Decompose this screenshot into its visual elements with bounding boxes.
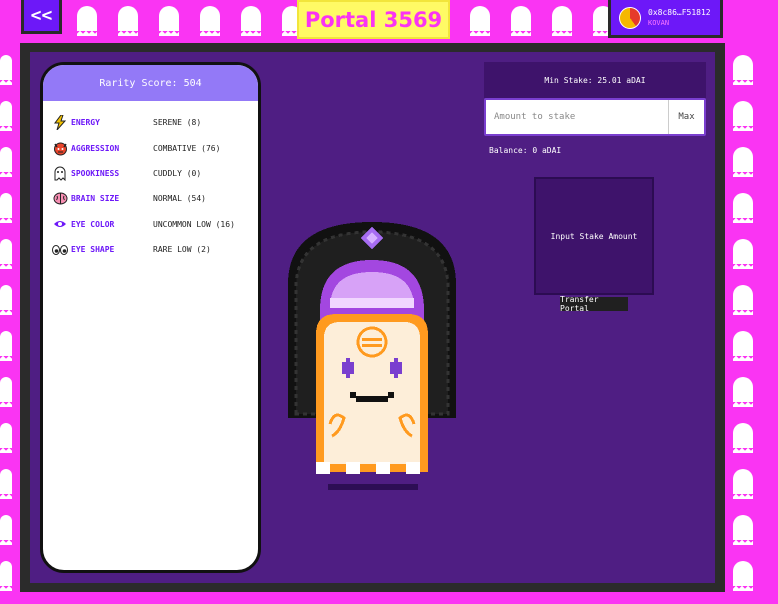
background-ghost [200, 6, 220, 36]
trait-value: RARE LOW (2) [153, 245, 211, 255]
background-ghost [733, 331, 753, 361]
wallet-badge[interactable]: 0x8c86…F51812 KOVAN [608, 0, 723, 38]
background-ghost [511, 6, 531, 36]
page-title: Portal 3569 [297, 0, 450, 39]
trait-row-eye-shape: EYE SHAPE RARE LOW (2) [43, 237, 258, 262]
back-button[interactable]: << [21, 0, 62, 34]
trait-name: AGGRESSION [71, 143, 120, 153]
trait-row-aggression: AGGRESSION COMBATIVE (76) [43, 135, 258, 160]
aavegotchi-portal-image [286, 214, 458, 494]
background-ghost [0, 285, 12, 315]
wallet-avatar [619, 6, 641, 29]
stake-action-button[interactable]: Input Stake Amount [534, 177, 654, 295]
trait-value: SERENE (8) [153, 118, 202, 128]
trait-name: BRAIN SIZE [71, 194, 120, 204]
trait-value: NORMAL (54) [153, 194, 206, 204]
background-ghost [0, 561, 12, 591]
ghost-right-eye [394, 358, 398, 378]
background-ghost [733, 515, 753, 545]
background-ghost [733, 285, 753, 315]
background-ghost [733, 377, 753, 407]
trait-value: UNCOMMON LOW (16) [153, 219, 235, 229]
background-ghost [733, 239, 753, 269]
min-stake-label: Min Stake: 25.01 aDAI [484, 62, 706, 98]
background-ghost [0, 239, 12, 269]
background-ghost [0, 331, 12, 361]
background-ghost [733, 469, 753, 499]
stake-amount-input[interactable] [486, 100, 668, 134]
rarity-score: Rarity Score: 504 [43, 65, 258, 101]
eye-icon [52, 216, 68, 232]
background-ghost [470, 6, 490, 36]
demon-face-icon [52, 140, 68, 156]
balance-label: Balance: 0 aDAI [489, 146, 562, 155]
background-ghost [552, 6, 572, 36]
max-button[interactable]: Max [668, 100, 704, 134]
background-ghost [241, 6, 261, 36]
trait-name: ENERGY [71, 118, 100, 128]
background-ghost [159, 6, 179, 36]
wallet-network: KOVAN [648, 18, 670, 27]
trait-list: ENERGY SERENE (8) AGGRESSION COMBATIVE (… [43, 101, 258, 262]
traits-card: Rarity Score: 504 ENERGY SERENE (8) AGGR… [40, 62, 261, 573]
trait-name: EYE COLOR [71, 219, 115, 229]
trait-row-eye-color: EYE COLOR UNCOMMON LOW (16) [43, 212, 258, 237]
background-ghost [0, 423, 12, 453]
trait-value: CUDDLY (0) [153, 168, 202, 178]
background-ghost [733, 561, 753, 591]
background-ghost [0, 377, 12, 407]
trait-value: COMBATIVE (76) [153, 143, 221, 153]
background-ghost [0, 55, 12, 85]
lightning-icon [52, 115, 68, 131]
background-ghost [733, 55, 753, 85]
trait-row-spookiness: SPOOKINESS CUDDLY (0) [43, 161, 258, 186]
background-ghost [0, 515, 12, 545]
transfer-portal-button[interactable]: Transfer Portal [560, 295, 628, 313]
background-ghost [733, 423, 753, 453]
background-ghost [0, 147, 12, 177]
trait-row-brain-size: BRAIN SIZE NORMAL (54) [43, 186, 258, 211]
trait-row-energy: ENERGY SERENE (8) [43, 110, 258, 135]
ghost-icon [52, 165, 68, 181]
background-ghost [0, 193, 12, 223]
brain-icon [52, 191, 68, 207]
background-ghost [733, 101, 753, 131]
wallet-address: 0x8c86…F51812 [648, 7, 711, 17]
background-ghost [77, 6, 97, 36]
background-ghost [733, 147, 753, 177]
eyes-icon [52, 242, 68, 258]
trait-name: SPOOKINESS [71, 168, 120, 178]
background-ghost [733, 193, 753, 223]
background-ghost [0, 101, 12, 131]
background-ghost [118, 6, 138, 36]
trait-name: EYE SHAPE [71, 245, 115, 255]
stake-input-row: Max [484, 98, 706, 136]
background-ghost [0, 469, 12, 499]
